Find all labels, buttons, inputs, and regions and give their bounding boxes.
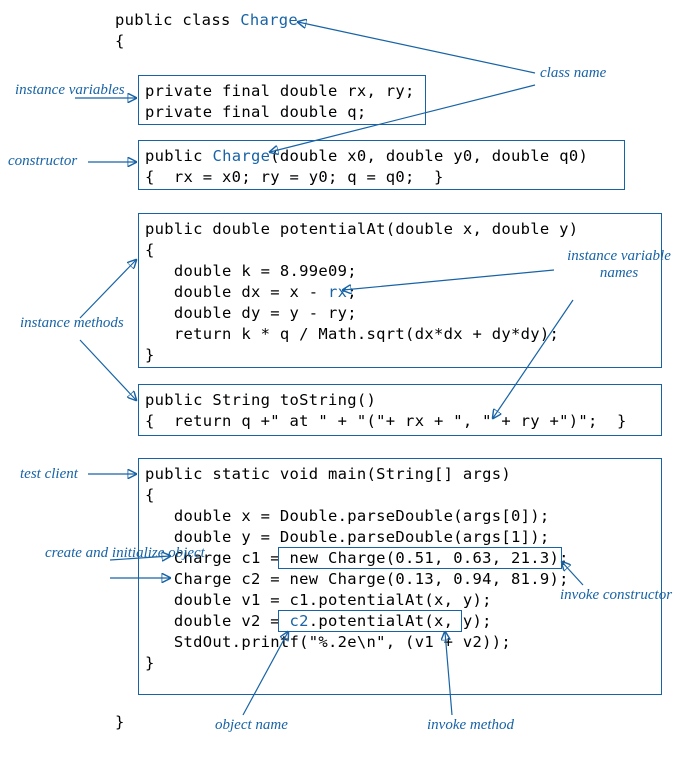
open-brace: { (115, 31, 125, 52)
label-create-initialize: create and initialize object (45, 545, 205, 562)
label-invoke-method: invoke method (427, 717, 514, 734)
label-test-client: test client (20, 466, 78, 483)
main-line-2: { (145, 485, 155, 506)
label-instance-methods: instance methods (20, 315, 124, 332)
pot-line-5: double dy = y - ry; (145, 303, 357, 324)
ctor-line-2: { rx = x0; ry = y0; q = q0; } (145, 167, 444, 188)
pot-line-3: double k = 8.99e09; (145, 261, 357, 282)
ctor-line-1: public Charge(double x0, double y0, doub… (145, 146, 588, 167)
pot-line-2: { (145, 240, 155, 261)
ts-line-1: public String toString() (145, 390, 376, 411)
label-class-name: class name (540, 65, 606, 82)
main-line-6: Charge c2 = new Charge(0.13, 0.94, 81.9)… (145, 569, 569, 590)
pot-line-6: return k * q / Math.sqrt(dx*dx + dy*dy); (145, 324, 559, 345)
ctor-name-token: Charge (212, 147, 270, 165)
label-instance-variable-names: instance variable names (558, 248, 680, 282)
label-invoke-constructor: invoke constructor (560, 587, 672, 604)
label-constructor: constructor (8, 153, 77, 170)
main-line-9: StdOut.printf("%.2e\n", (v1 + v2)); (145, 632, 511, 653)
class-decl: public class Charge (115, 10, 298, 31)
ts-line-2: { return q +" at " + "("+ rx + ", " + ry… (145, 411, 627, 432)
new-charge-highlight (278, 547, 562, 569)
pot-line-1: public double potentialAt(double x, doub… (145, 219, 578, 240)
pot-line-4: double dx = x - rx; (145, 282, 357, 303)
ivar-line-2: private final double q; (145, 102, 367, 123)
main-line-7: double v1 = c1.potentialAt(x, y); (145, 590, 492, 611)
main-line-4: double y = Double.parseDouble(args[1]); (145, 527, 550, 548)
close-brace: } (115, 712, 125, 733)
main-line-3: double x = Double.parseDouble(args[0]); (145, 506, 550, 527)
main-line-10: } (145, 653, 155, 674)
pot-line-7: } (145, 345, 155, 366)
label-object-name: object name (215, 717, 288, 734)
label-instance-variables: instance variables (15, 82, 125, 99)
main-line-1: public static void main(String[] args) (145, 464, 511, 485)
invoke-method-highlight (278, 610, 462, 632)
ivar-line-1: private final double rx, ry; (145, 81, 415, 102)
rx-token: rx (328, 283, 347, 301)
class-name-token: Charge (240, 11, 298, 29)
